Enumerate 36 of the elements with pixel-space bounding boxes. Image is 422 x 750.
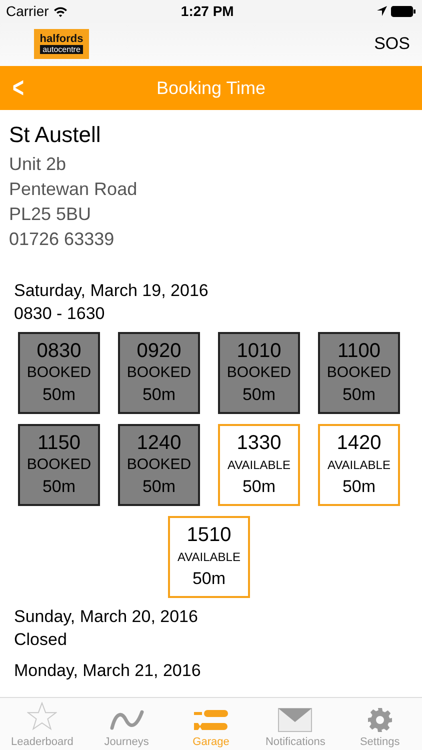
garage-name: St Austell (9, 122, 102, 148)
time-slot[interactable]: 1330 AVAILABLE 50m (218, 424, 300, 506)
time-slot[interactable]: 1420 AVAILABLE 50m (318, 424, 400, 506)
gear-icon (368, 708, 392, 732)
tab[interactable]: Notifications (253, 698, 338, 750)
address-line: PL25 5BU (9, 203, 92, 226)
address-line: Unit 2b (9, 153, 68, 176)
carrier-label: Carrier (6, 3, 49, 19)
time-slot[interactable]: 0830 BOOKED 50m (18, 332, 100, 414)
tab[interactable]: Leaderboard (0, 698, 84, 750)
time-slot[interactable]: 1100 BOOKED 50m (318, 332, 400, 414)
address-line: Pentewan Road (9, 178, 138, 201)
time-slot[interactable]: 1010 BOOKED 50m (218, 332, 300, 414)
location-arrow-icon (377, 6, 387, 16)
wave-icon (110, 708, 144, 732)
day-date: Monday, March 21, 2016 (14, 660, 202, 682)
envelope-icon (278, 708, 312, 732)
phone-number: 01726 63339 (9, 228, 116, 251)
clock: 1:27 PM (180, 3, 235, 19)
opening-hours: Closed (14, 629, 68, 651)
opening-hours: 0830 - 1630 (14, 303, 106, 325)
day-date: Saturday, March 19, 2016 (14, 280, 210, 302)
battery-icon (391, 6, 416, 16)
time-slot[interactable]: 0920 BOOKED 50m (118, 332, 200, 414)
page-title: Booking Time (156, 78, 266, 98)
sos-button[interactable]: SOS (374, 34, 410, 54)
day-date: Sunday, March 20, 2016 (14, 606, 199, 628)
tab[interactable]: Journeys (84, 698, 169, 750)
time-slot[interactable]: 1240 BOOKED 50m (118, 424, 200, 506)
tab[interactable]: Settings (338, 698, 422, 750)
logo: halfords autocentre (34, 29, 89, 59)
time-slot[interactable]: 1510 AVAILABLE 50m (168, 516, 250, 598)
time-slot[interactable]: 1150 BOOKED 50m (18, 424, 100, 506)
wifi-icon (52, 6, 68, 16)
wrench-icon (194, 708, 228, 732)
star-icon (27, 702, 58, 732)
